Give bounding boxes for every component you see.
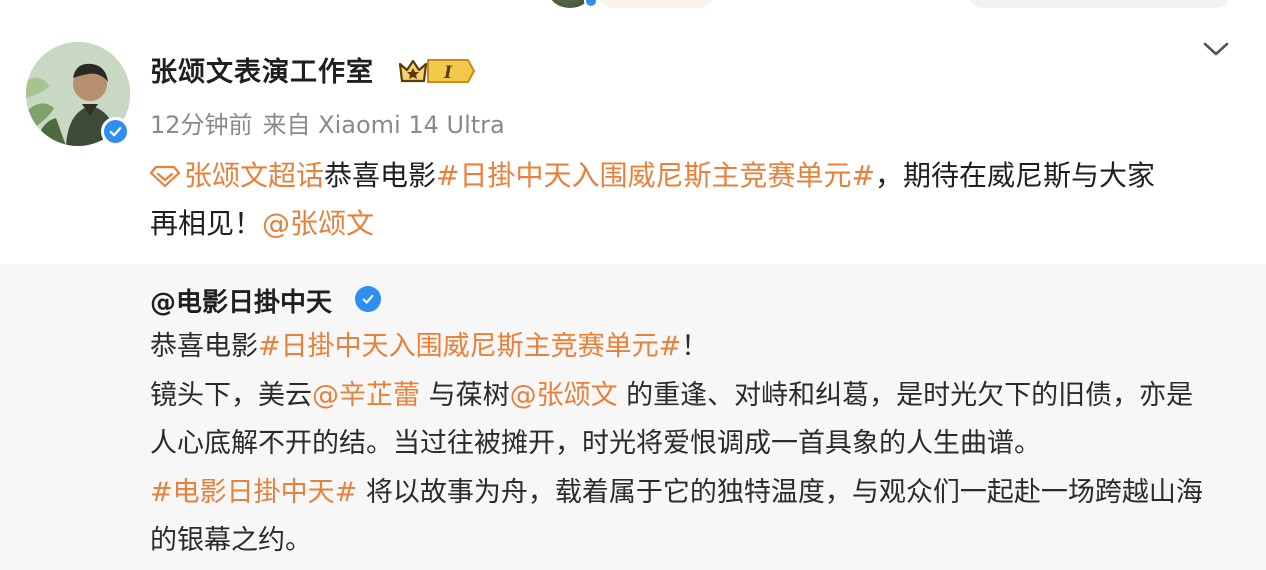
post-text: 张颂文超话恭喜电影#日掛中天入围威尼斯主竞赛单元#，期待在威尼斯与大家再相见！@… [150,152,1230,248]
repost-author[interactable]: @电影日掛中天 [150,282,332,319]
post-hashtag[interactable]: #日掛中天入围威尼斯主竞赛单元# [436,159,875,192]
previous-item-strip [0,0,1266,10]
post-time: 12分钟前 [150,111,253,139]
post-meta: 12分钟前 来自 Xiaomi 14 Ultra [150,105,505,140]
post-text-1: 恭喜电影 [324,159,437,192]
repost-hashtag[interactable]: #日掛中天入围威尼斯主竞赛单元# [258,331,681,362]
repost-line-5: 的银幕之约。 [150,517,1240,566]
previous-verified-icon [584,0,598,8]
repost-line-2: 镜头下，美云@辛芷蕾 与葆树@张颂文 的重逢、对峙和纠葛，是时光欠下的旧债，亦是 [150,372,1240,421]
topic-link-label: 张颂文超话 [184,159,325,192]
previous-pill [598,0,714,8]
repost-text: 镜头下，美云 [150,379,312,411]
post-text-2: ，期待在威尼斯与大家 [874,159,1155,192]
post-mention[interactable]: @张颂文 [262,207,374,240]
repost-text: 将以故事为舟，载着属于它的独特温度，与观众们一起赴一场跨越山海 [357,476,1203,508]
repost-text: 与葆树 [420,379,510,411]
diamond-topic-icon [150,165,180,187]
repost-hashtag-2[interactable]: #电影日掛中天# [150,477,357,508]
chevron-down-icon[interactable] [1202,38,1230,60]
repost-line-1: 恭喜电影#日掛中天入围威尼斯主竞赛单元#！ [150,323,1240,372]
repost-line-3: 人心底解不开的结。当过往被摊开，时光将爱恨调成一首具象的人生曲谱。 [150,420,1240,469]
repost-text: 的银幕之约。 [150,525,312,556]
repost-verified-icon [355,286,381,312]
repost-text: 的重逢、对峙和纠葛，是时光欠下的旧债，亦是 [617,379,1194,411]
verified-icon [101,117,130,146]
repost-text: ！ [681,331,709,362]
topic-link[interactable]: 张颂文超话 [150,159,324,192]
previous-pill-2 [968,0,1230,8]
post-source: 来自 Xiaomi 14 Ultra [262,111,505,139]
crown-level-icon[interactable]: I [398,56,476,86]
repost-line-4: #电影日掛中天# 将以故事为舟，载着属于它的独特温度，与观众们一起赴一场跨越山海 [150,469,1240,518]
repost-mention-1[interactable]: @辛芷蕾 [312,380,420,411]
repost-text: 人心底解不开的结。当过往被摊开，时光将爱恨调成一首具象的人生曲谱。 [150,428,1041,459]
level-badge-text: I [443,63,453,83]
repost-body: 恭喜电影#日掛中天入围威尼斯主竞赛单元#！ 镜头下，美云@辛芷蕾 与葆树@张颂文… [150,323,1240,566]
repost-block[interactable]: @电影日掛中天 恭喜电影#日掛中天入围威尼斯主竞赛单元#！ 镜头下，美云@辛芷蕾… [0,264,1266,570]
repost-mention-2[interactable]: @张颂文 [510,380,618,411]
repost-text: 恭喜电影 [150,331,258,362]
post-text-3: 再相见！ [150,207,263,240]
author-name[interactable]: 张颂文表演工作室 [150,50,374,89]
